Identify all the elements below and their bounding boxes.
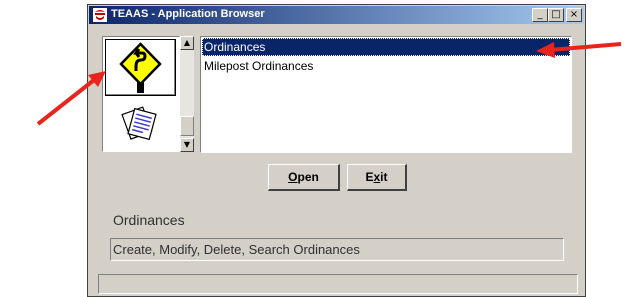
scroll-up-button[interactable]: ▲: [180, 36, 194, 50]
close-icon: ×: [569, 9, 579, 20]
maximize-button[interactable]: □: [548, 8, 564, 22]
list-item-ordinances[interactable]: Ordinances: [202, 38, 570, 56]
icon-item-ordinances[interactable]: [105, 39, 176, 96]
minimize-button[interactable]: _: [532, 8, 548, 22]
application-list: Ordinances Milepost Ordinances: [200, 36, 572, 153]
minimize-icon: _: [537, 9, 543, 20]
documents-icon: [121, 106, 157, 141]
road-sign-icon: [119, 42, 162, 93]
arrow-down-icon: ▼: [183, 140, 191, 149]
close-button[interactable]: ×: [566, 8, 582, 22]
exit-button[interactable]: Exit: [347, 164, 407, 191]
icon-panel-scrollbar[interactable]: ▲ ▼: [180, 36, 194, 152]
annotation-arrow-left: [36, 71, 106, 126]
icon-item-milepost-ordinances[interactable]: [105, 97, 176, 149]
annotation-arrow-right: [536, 42, 622, 58]
window-title: TEAAS - Application Browser: [111, 8, 265, 20]
scroll-down-button[interactable]: ▼: [180, 138, 194, 152]
title-bar[interactable]: TEAAS - Application Browser _ □ ×: [89, 6, 584, 24]
app-icon[interactable]: [92, 7, 108, 23]
selected-app-description: Create, Modify, Delete, Search Ordinance…: [110, 238, 564, 261]
arrow-up-icon: ▲: [183, 38, 191, 47]
scroll-thumb[interactable]: [180, 116, 194, 136]
list-item-milepost-ordinances[interactable]: Milepost Ordinances: [202, 57, 570, 75]
status-bar: [98, 274, 578, 294]
maximize-icon: □: [551, 9, 561, 20]
selected-app-title: Ordinances: [113, 212, 185, 228]
open-button[interactable]: Open: [268, 164, 340, 191]
application-browser-window: TEAAS - Application Browser _ □ × ▲ ▼ Or…: [87, 4, 586, 297]
